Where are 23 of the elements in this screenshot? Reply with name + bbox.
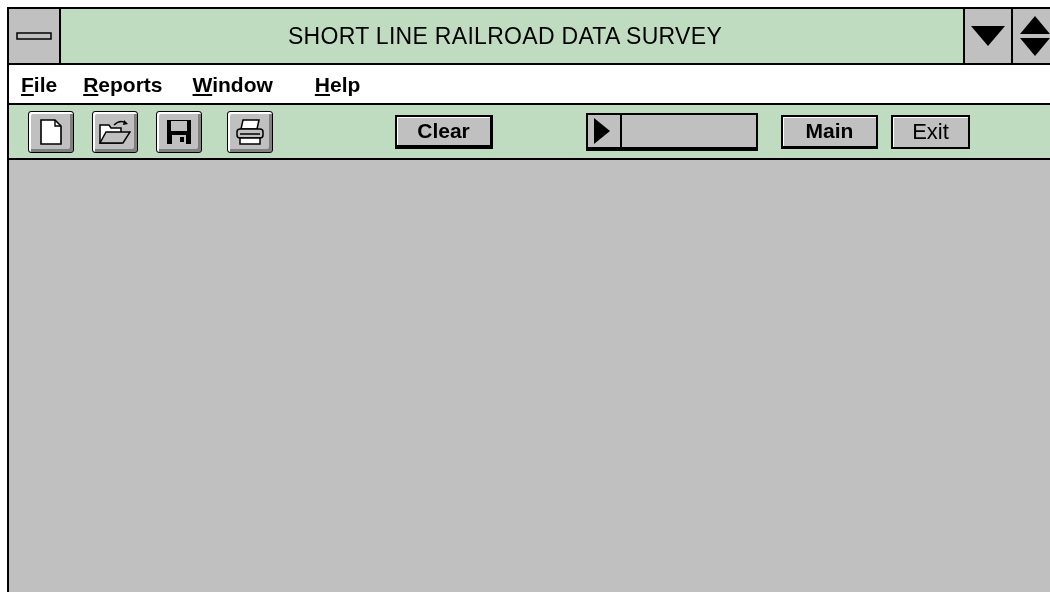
folder-icon xyxy=(99,118,131,145)
minus-icon xyxy=(16,32,52,40)
menu-item[interactable]: Help xyxy=(314,73,361,95)
menu-item[interactable]: Reports xyxy=(83,73,163,95)
printer-icon xyxy=(235,118,265,145)
system-menu-button[interactable] xyxy=(9,9,61,63)
print-button[interactable] xyxy=(227,110,273,153)
down-triangle-icon xyxy=(971,26,1005,46)
new-file-button[interactable] xyxy=(28,110,74,153)
menu-item[interactable]: Window xyxy=(192,73,273,95)
exit-button[interactable]: Exit xyxy=(891,114,970,149)
player-control[interactable] xyxy=(586,112,758,151)
document-icon xyxy=(40,118,62,145)
clear-button[interactable]: Clear xyxy=(395,114,493,149)
up-down-triangle-icon xyxy=(1020,16,1050,56)
main-button[interactable]: Main xyxy=(781,114,878,149)
play-button[interactable] xyxy=(588,114,622,147)
minimize-button[interactable] xyxy=(963,9,1011,63)
play-icon xyxy=(594,117,610,144)
window-title: SHORT LINE RAILROAD DATA SURVEY xyxy=(286,21,724,51)
save-button[interactable] xyxy=(156,110,202,153)
menu-item[interactable]: File xyxy=(21,73,58,95)
open-folder-button[interactable] xyxy=(92,110,138,153)
